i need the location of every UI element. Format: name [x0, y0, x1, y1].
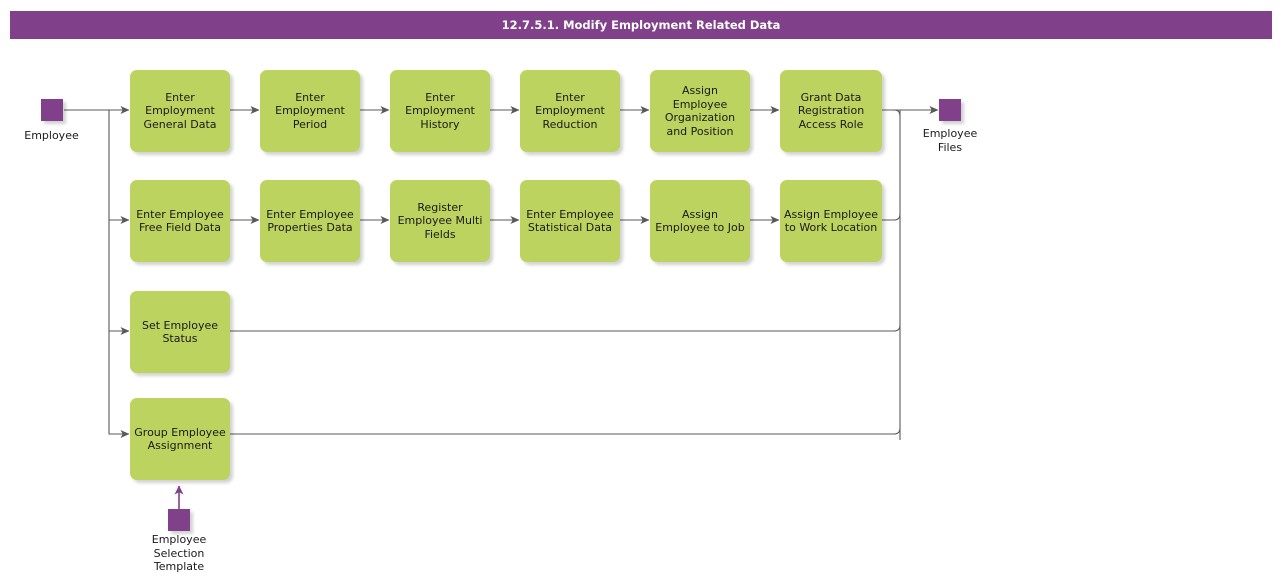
terminator-employee-files[interactable]: [939, 99, 961, 121]
process-label: Grant Data Registration Access Role: [797, 90, 865, 131]
process-assign-employee-to-job[interactable]: Assign Employee to Job: [650, 180, 750, 262]
process-enter-employment-general-data[interactable]: Enter Employment General Data: [130, 70, 230, 152]
process-enter-employee-properties-data[interactable]: Enter Employee Properties Data: [260, 180, 360, 262]
process-label: Assign Employee to Work Location: [784, 207, 878, 235]
process-label: Enter Employment Reduction: [535, 90, 605, 131]
terminator-employee-label: Employee: [24, 129, 79, 142]
process-set-employee-status[interactable]: Set Employee Status: [130, 291, 230, 373]
process-assign-employee-organization-and-position[interactable]: Assign Employee Organization and Positio…: [650, 70, 750, 152]
terminator-employee[interactable]: [41, 99, 63, 121]
terminator-employee-selection-template-label: Employee Selection Template: [151, 533, 207, 573]
process-label: Enter Employment History: [405, 90, 475, 131]
page-title-bar: 12.7.5.1. Modify Employment Related Data: [10, 11, 1272, 39]
process-enter-employment-reduction[interactable]: Enter Employment Reduction: [520, 70, 620, 152]
process-enter-employment-period[interactable]: Enter Employment Period: [260, 70, 360, 152]
terminator-employee-files-label: Employee Files: [922, 127, 978, 154]
process-label: Enter Employee Free Field Data: [136, 207, 224, 235]
diagram-canvas: 12.7.5.1. Modify Employment Related Data: [0, 0, 1280, 583]
process-grant-data-registration-access-role[interactable]: Grant Data Registration Access Role: [780, 70, 882, 152]
process-label: Enter Employee Properties Data: [266, 207, 354, 235]
process-assign-employee-to-work-location[interactable]: Assign Employee to Work Location: [780, 180, 882, 262]
terminator-employee-selection-template[interactable]: [168, 509, 190, 531]
process-label: Assign Employee to Job: [655, 207, 745, 235]
process-label: Set Employee Status: [141, 318, 219, 346]
process-enter-employee-free-field-data[interactable]: Enter Employee Free Field Data: [130, 180, 230, 262]
process-label: Enter Employment Period: [275, 90, 345, 131]
process-group-employee-assignment[interactable]: Group Employee Assignment: [130, 398, 230, 480]
page-title: 12.7.5.1. Modify Employment Related Data: [501, 18, 781, 32]
process-label: Group Employee Assignment: [134, 425, 226, 453]
process-enter-employee-statistical-data[interactable]: Enter Employee Statistical Data: [520, 180, 620, 262]
process-label: Enter Employment General Data: [143, 90, 217, 131]
process-enter-employment-history[interactable]: Enter Employment History: [390, 70, 490, 152]
process-label: Enter Employee Statistical Data: [526, 207, 614, 235]
process-register-employee-multi-fields[interactable]: Register Employee Multi Fields: [390, 180, 490, 262]
process-label: Assign Employee Organization and Positio…: [664, 84, 736, 138]
process-label: Register Employee Multi Fields: [397, 200, 483, 241]
